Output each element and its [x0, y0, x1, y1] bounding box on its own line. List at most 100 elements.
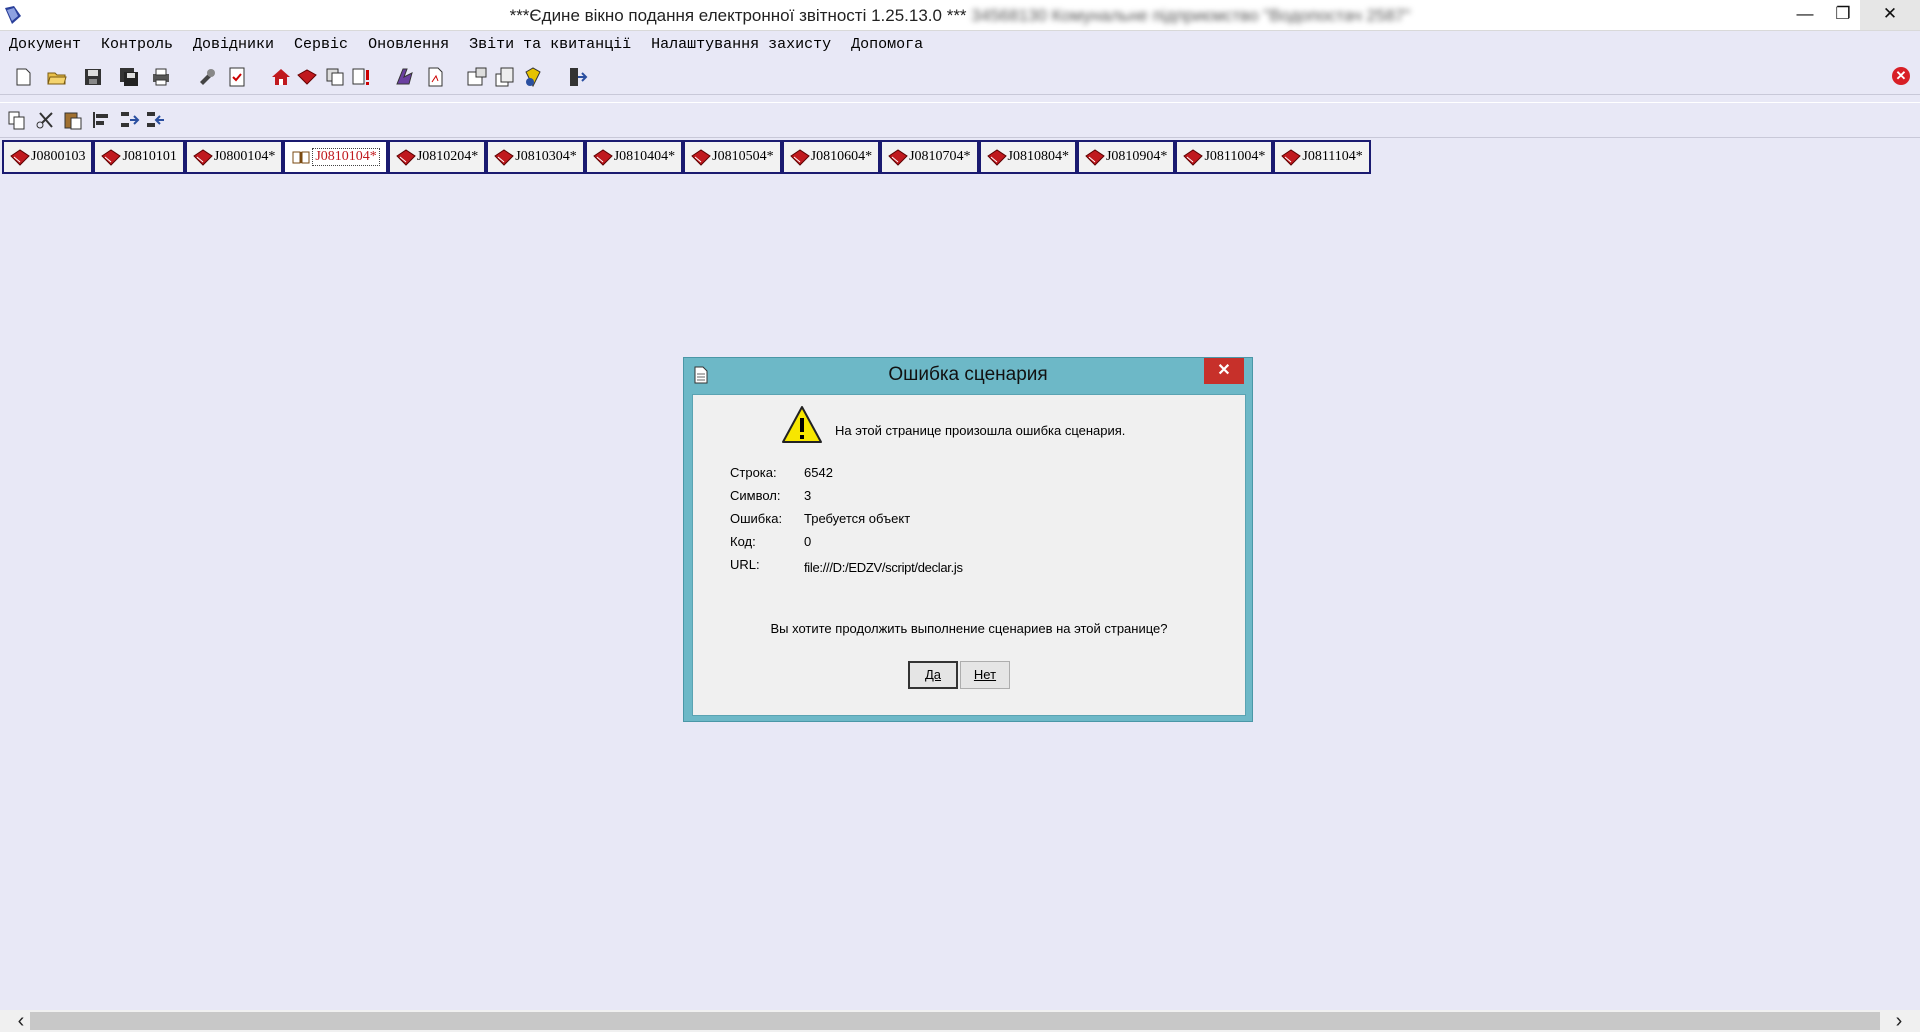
tab-label: J0810804*: [1007, 149, 1069, 164]
check-doc-icon[interactable]: [226, 66, 248, 88]
document-tab[interactable]: J0810704*: [880, 140, 979, 174]
error-char-row: Символ: 3: [730, 484, 963, 507]
edit-toolbar: [0, 102, 1920, 138]
document-tabs: J0800103 J0810101 J0800104* J0810104* J08102…: [2, 140, 1371, 174]
book-icon: [691, 149, 711, 166]
scrollbar-thumb[interactable]: [30, 1012, 1880, 1030]
document-tab[interactable]: J0810504*: [683, 140, 782, 174]
document-tab[interactable]: J0810804*: [978, 140, 1077, 174]
document-tab[interactable]: J0810604*: [781, 140, 881, 174]
dialog-body: На этой странице произошла ошибка сценар…: [692, 394, 1246, 716]
new-doc-icon[interactable]: [12, 66, 34, 88]
tab-label: J0800104*: [213, 149, 276, 164]
dialog-close-button[interactable]: ✕: [1204, 358, 1244, 384]
dialog-question: Вы хотите продолжить выполнение сценарие…: [770, 621, 1168, 636]
book-icon: [494, 149, 515, 166]
char-label: Символ:: [730, 488, 781, 503]
tab-label: J0811104*: [1302, 149, 1363, 164]
settings-doc-icon[interactable]: [466, 66, 488, 88]
book-icon: [1085, 149, 1105, 166]
document-tab[interactable]: J0810204*: [387, 140, 487, 174]
no-button[interactable]: Нет: [960, 661, 1010, 689]
open-folder-icon[interactable]: [46, 66, 68, 88]
window-title-text: ***Єдине вікно подання електронної звітн…: [509, 6, 967, 25]
dialog-title: Ошибка сценария: [888, 364, 1048, 385]
code-label: Код:: [730, 534, 756, 549]
tab-label: J0811004*: [1204, 149, 1266, 164]
window-title-company: 34568130 Комунальне підприємство "Водопо…: [971, 6, 1411, 25]
tab-label: J0810504*: [712, 149, 774, 164]
tab-label: J0810704*: [909, 149, 971, 164]
save-icon[interactable]: [82, 66, 104, 88]
tab-label: J0810904*: [1105, 149, 1168, 164]
print-icon[interactable]: [150, 66, 172, 88]
book-icon: [592, 149, 613, 166]
menu-references[interactable]: Довідники: [184, 31, 285, 59]
pdf-doc-icon[interactable]: [424, 66, 446, 88]
book-icon: [396, 149, 416, 166]
align-icon[interactable]: [90, 109, 112, 131]
error-value: Требуется объект: [804, 511, 911, 526]
book-icon: [1281, 149, 1302, 166]
book-icon: [101, 149, 122, 166]
save-all-icon[interactable]: [118, 66, 140, 88]
document-tab[interactable]: J0810904*: [1076, 140, 1176, 174]
book-icon: [193, 149, 213, 166]
menu-control[interactable]: Контроль: [92, 31, 184, 59]
error-doc-icon[interactable]: [350, 66, 372, 88]
close-window-button[interactable]: ✕: [1860, 0, 1920, 30]
line-label: Строка:: [730, 465, 777, 480]
document-tab[interactable]: J0811004*: [1175, 140, 1274, 174]
error-message-row: Ошибка: Требуется объект: [730, 507, 963, 530]
error-details: Строка: 6542 Символ: 3 Ошибка: Требуется об…: [730, 461, 963, 576]
menu-service[interactable]: Сервіс: [285, 31, 359, 59]
tools-icon[interactable]: [196, 66, 218, 88]
error-label: Ошибка:: [730, 511, 783, 526]
report-icon[interactable]: [522, 66, 544, 88]
yes-button[interactable]: Да: [908, 661, 958, 689]
tab-label: J0800103: [31, 149, 86, 164]
document-tab[interactable]: J0800103: [2, 140, 94, 174]
document-tab[interactable]: J0810104*: [283, 140, 388, 174]
menu-help[interactable]: Допомога: [842, 31, 934, 59]
tab-label: J0810404*: [613, 149, 676, 164]
merge-icon[interactable]: [144, 109, 166, 131]
document-tab[interactable]: J0810101: [93, 140, 185, 174]
copy-icon[interactable]: [6, 109, 28, 131]
document-tab[interactable]: J0800104*: [184, 140, 284, 174]
book-icon: [789, 149, 810, 166]
menu-updates[interactable]: Оновлення: [359, 31, 460, 59]
split-icon[interactable]: [118, 109, 140, 131]
menu-security-settings[interactable]: Налаштування захисту: [642, 31, 842, 59]
url-value: file:///D:/EDZV/script/declar.js: [804, 560, 963, 575]
horizontal-scrollbar[interactable]: ‹ ›: [0, 1010, 1920, 1032]
error-line-row: Строка: 6542: [730, 461, 963, 484]
warning-icon: [782, 406, 822, 443]
tab-label: J0810104*: [312, 148, 380, 166]
close-document-button[interactable]: ✕: [1892, 67, 1910, 85]
menu-bar: Документ Контроль Довідники Сервіс Оновлення…: [0, 31, 1920, 57]
export-doc-icon[interactable]: [494, 66, 516, 88]
home-icon[interactable]: [270, 66, 292, 88]
main-toolbar: ✕: [0, 60, 1920, 95]
menu-document[interactable]: Документ: [0, 31, 92, 59]
char-value: 3: [804, 488, 812, 503]
script-error-dialog: Ошибка сценария ✕ На этой странице произ…: [683, 357, 1253, 722]
exit-icon[interactable]: [566, 66, 588, 88]
copy-docs-icon[interactable]: [324, 66, 346, 88]
paste-icon[interactable]: [62, 109, 84, 131]
open-book-icon: [292, 151, 310, 164]
book-icon[interactable]: [296, 66, 318, 88]
document-tab[interactable]: J0810404*: [584, 140, 684, 174]
line-value: 6542: [804, 465, 833, 480]
book-icon: [10, 149, 30, 166]
document-tab[interactable]: J0811104*: [1273, 140, 1371, 174]
scroll-right-arrow[interactable]: ›: [1884, 1010, 1914, 1032]
cut-icon[interactable]: [34, 109, 56, 131]
menu-reports[interactable]: Звіти та квитанції: [460, 31, 642, 59]
tab-label: J0810101: [122, 149, 177, 164]
document-tab[interactable]: J0810304*: [486, 140, 585, 174]
window-title: ***Єдине вікно подання електронної звітн…: [0, 6, 1920, 26]
tab-label: J0810604*: [810, 149, 873, 164]
sign-icon[interactable]: [394, 66, 416, 88]
